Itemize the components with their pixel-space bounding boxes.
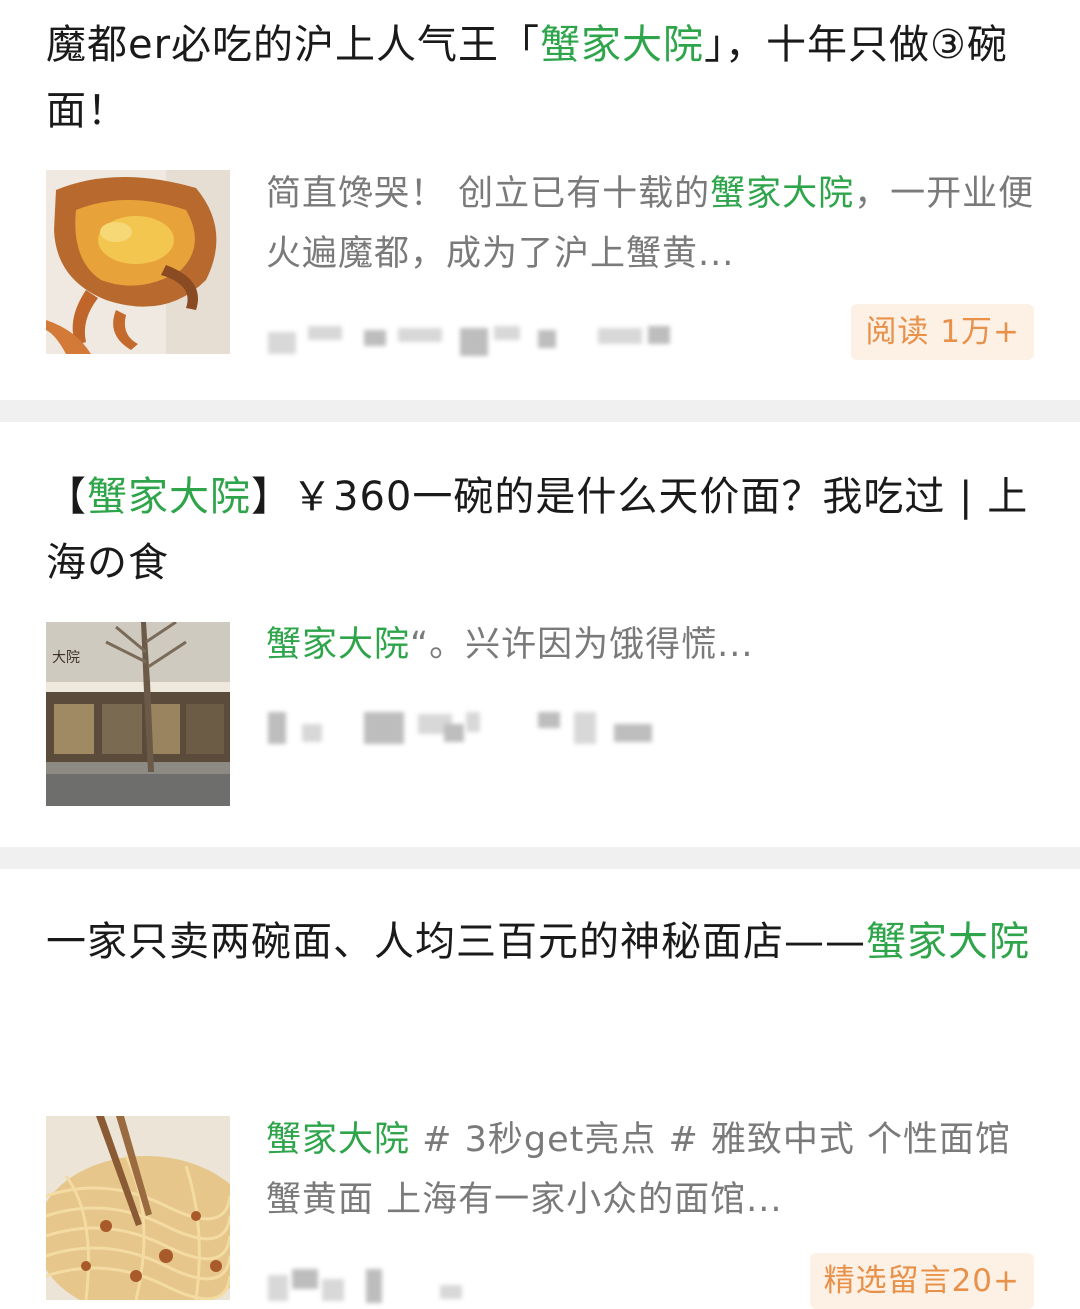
card-separator xyxy=(0,400,1080,422)
title-keyword-highlight: 蟹家大院 xyxy=(540,22,705,68)
article-thumbnail[interactable]: 大院 xyxy=(46,622,230,806)
storefront-photo-icon: 大院 xyxy=(46,622,230,806)
blurred-account-info xyxy=(268,710,668,746)
article-thumbnail[interactable] xyxy=(46,1116,230,1300)
article-card-2[interactable]: 【蟹家大院】￥360一碗的是什么天价面？我吃过 | 上海の食 大院 蟹家大院“。… xyxy=(0,422,1080,847)
storefront-sign-text: 大院 xyxy=(52,650,80,666)
article-title[interactable]: 一家只卖两碗面、人均三百元的神秘面店——蟹家大院 xyxy=(46,909,1040,975)
title-keyword-highlight: 蟹家大院 xyxy=(87,474,251,520)
blurred-account-info xyxy=(268,322,688,358)
digest-text: 简直馋哭！ 创立已有十载的 xyxy=(266,174,711,214)
article-card-3[interactable]: 一家只卖两碗面、人均三百元的神秘面店——蟹家大院 蟹家大院 # 3秒get亮点 … xyxy=(0,869,1080,1309)
comment-count-badge: 精选留言20+ xyxy=(809,1253,1034,1309)
title-text: 一家只卖两碗面、人均三百元的神秘面店—— xyxy=(46,919,866,965)
article-digest: 简直馋哭！ 创立已有十载的蟹家大院，一开业便火遍魔都，成为了沪上蟹黄... xyxy=(266,164,1040,284)
digest-keyword-highlight: 蟹家大院 xyxy=(266,625,411,665)
title-text: 魔都er必吃的沪上人气王「 xyxy=(46,22,541,68)
card-separator xyxy=(0,847,1080,869)
article-card-1[interactable]: 魔都er必吃的沪上人气王「蟹家大院」，十年只做③碗面！ 简直馋哭！ 创立已有十载… xyxy=(0,0,1080,400)
article-title[interactable]: 魔都er必吃的沪上人气王「蟹家大院」，十年只做③碗面！ xyxy=(46,12,1040,144)
article-digest: 蟹家大院“。兴许因为饿得慌... xyxy=(266,615,1040,675)
digest-text: “。兴许因为饿得慌... xyxy=(410,625,754,665)
read-count-badge: 阅读 1万+ xyxy=(851,304,1034,360)
digest-keyword-highlight: 蟹家大院 xyxy=(710,174,855,214)
title-text: 【 xyxy=(46,474,87,520)
search-results-list: 魔都er必吃的沪上人气王「蟹家大院」，十年只做③碗面！ 简直馋哭！ 创立已有十载… xyxy=(0,0,1080,1309)
article-thumbnail[interactable] xyxy=(46,170,230,354)
title-keyword-highlight: 蟹家大院 xyxy=(866,919,1030,965)
blurred-account-info xyxy=(268,1269,488,1305)
article-digest: 蟹家大院 # 3秒get亮点 # 雅致中式 个性面馆 蟹黄面 上海有一家小众的面… xyxy=(266,1110,1040,1230)
article-title[interactable]: 【蟹家大院】￥360一碗的是什么天价面？我吃过 | 上海の食 xyxy=(46,464,1040,596)
noodles-photo-icon xyxy=(46,1116,230,1300)
crab-photo-icon xyxy=(46,170,230,354)
digest-keyword-highlight: 蟹家大院 xyxy=(266,1120,411,1160)
